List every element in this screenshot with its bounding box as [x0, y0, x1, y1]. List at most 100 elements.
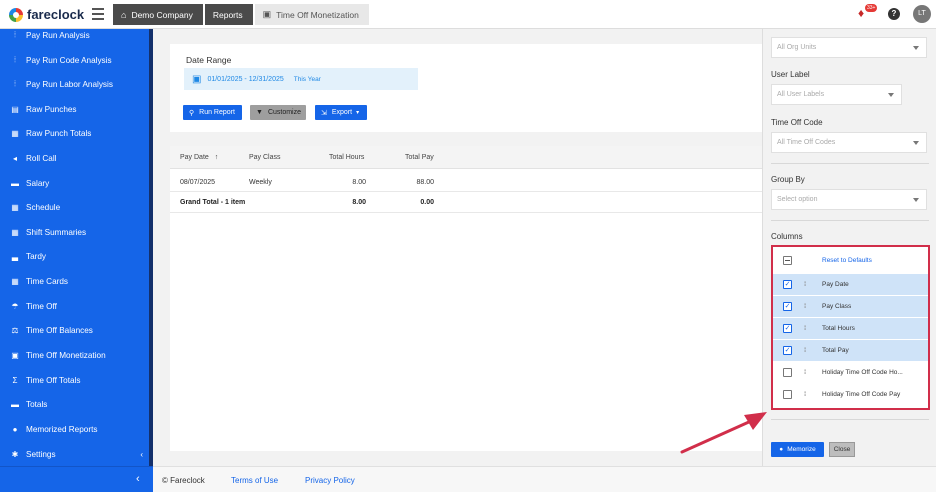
logo-icon [9, 7, 23, 22]
menu-icon[interactable] [92, 8, 104, 20]
sidebar-item-raw-punch-totals[interactable]: ▦ Raw Punch Totals [0, 123, 149, 143]
notifications-icon[interactable]: ♦ 33+ [858, 4, 878, 22]
calendar-icon: ▣ [192, 73, 202, 85]
time-off-code-title: Time Off Code [771, 118, 823, 127]
drag-handle-icon[interactable]: ⁞⁞ [804, 282, 807, 288]
breadcrumb-label: Demo Company [131, 9, 193, 20]
sidebar-item-label: Raw Punch Totals [26, 128, 92, 138]
close-button[interactable]: Close [829, 442, 855, 457]
column-label: Total Pay [822, 347, 849, 354]
column-checkbox[interactable]: ✓ [783, 302, 792, 311]
terms-link[interactable]: Terms of Use [231, 476, 278, 485]
sidebar-item-salary[interactable]: ▬ Salary [0, 173, 149, 193]
sidebar-item-label: Shift Summaries [26, 227, 87, 237]
sidebar-item-settings[interactable]: ✱ Settings ‹ [0, 444, 149, 464]
drag-handle-icon[interactable]: ⁞⁞ [804, 348, 807, 354]
sidebar-item-time-cards[interactable]: ▦ Time Cards [0, 271, 149, 291]
columns-list: Reset to Defaults ✓ ⁞⁞ Pay Date ✓ ⁞⁞ Pay… [771, 245, 930, 410]
help-icon[interactable]: ? [888, 8, 900, 20]
sidebar-item-label: Time Off Monetization [26, 350, 106, 360]
sidebar-item-raw-punches[interactable]: ▤ Raw Punches [0, 99, 149, 119]
avatar[interactable]: LT [913, 5, 931, 23]
privacy-link[interactable]: Privacy Policy [305, 476, 355, 485]
column-header-pay-class[interactable]: Pay Class [249, 154, 281, 161]
sidebar-item-roll-call[interactable]: ◂ Roll Call [0, 148, 149, 168]
column-checkbox[interactable] [783, 368, 792, 377]
column-option-holiday-pay[interactable]: ⁞⁞ Holiday Time Off Code Pay [773, 384, 928, 405]
sidebar-item-label: Pay Run Analysis [26, 30, 90, 40]
time-off-code-placeholder: All Time Off Codes [777, 139, 836, 146]
column-option-pay-date[interactable]: ✓ ⁞⁞ Pay Date [773, 274, 928, 295]
column-checkbox[interactable]: ✓ [783, 346, 792, 355]
group-by-placeholder: Select option [777, 196, 818, 203]
reset-to-defaults-link[interactable]: Reset to Defaults [822, 257, 872, 264]
table-icon: ▦ [11, 128, 19, 138]
sidebar-item-label: Pay Run Code Analysis [26, 55, 112, 65]
row-divider [170, 191, 762, 192]
money-icon: ▣ [262, 9, 272, 19]
sidebar-item-time-off-monetization[interactable]: ▣ Time Off Monetization [0, 345, 149, 365]
select-all-checkbox[interactable] [783, 256, 792, 265]
sidebar-item-tardy[interactable]: ▃ Tardy [0, 246, 149, 266]
column-header-total-pay[interactable]: Total Pay [405, 154, 434, 161]
org-units-select[interactable]: All Org Units [771, 37, 927, 58]
sidebar-item-shift-summaries[interactable]: ▦ Shift Summaries [0, 222, 149, 242]
sidebar-item-label: Schedule [26, 202, 61, 212]
column-header-pay-date[interactable]: Pay Date ↑ [180, 154, 218, 161]
sidebar-item-pay-run-analysis[interactable]: ⦙ Pay Run Analysis [0, 25, 149, 45]
divider [771, 220, 929, 221]
bed-icon: ▃ [11, 251, 19, 261]
divider [771, 163, 929, 164]
group-by-select[interactable]: Select option [771, 189, 927, 210]
run-report-button[interactable]: ⚲ Run Report [183, 105, 242, 120]
sidebar-item-pay-run-labor-analysis[interactable]: ⦙ Pay Run Labor Analysis [0, 74, 149, 94]
sum-icon: Σ [12, 375, 18, 385]
time-off-code-select[interactable]: All Time Off Codes [771, 132, 927, 153]
drag-handle-icon[interactable]: ⁞⁞ [804, 392, 807, 398]
column-option-pay-class[interactable]: ✓ ⁞⁞ Pay Class [773, 296, 928, 317]
column-checkbox[interactable]: ✓ [783, 324, 792, 333]
customize-button[interactable]: ▼ Customize [250, 105, 306, 120]
collapse-sidebar-icon[interactable]: ‹ [136, 473, 140, 485]
column-label: Pay Date [822, 281, 849, 288]
drag-handle-icon[interactable]: ⁞⁞ [804, 304, 807, 310]
column-header-total-hours[interactable]: Total Hours [329, 154, 364, 161]
user-label-placeholder: All User Labels [777, 91, 825, 98]
sidebar-item-label: Time Off [26, 301, 57, 311]
column-label: Pay Class [822, 303, 852, 310]
sidebar-item-label: Raw Punches [26, 104, 77, 114]
app-logo[interactable]: fareclock [9, 7, 84, 22]
sidebar-item-time-off-totals[interactable]: Σ Time Off Totals [0, 370, 149, 390]
home-icon: ⌂ [121, 9, 127, 20]
column-checkbox[interactable] [783, 390, 792, 399]
drag-handle-icon[interactable]: ⁞⁞ [804, 370, 807, 376]
grand-total-hours: 8.00 [352, 199, 366, 206]
breadcrumb-demo-company[interactable]: ⌂ Demo Company [113, 4, 203, 25]
sidebar-item-time-off-balances[interactable]: ⚖ Time Off Balances [0, 320, 149, 340]
column-option-total-hours[interactable]: ✓ ⁞⁞ Total Hours [773, 318, 928, 339]
sidebar-item-time-off[interactable]: ☂ Time Off [0, 296, 149, 316]
sidebar-item-totals[interactable]: ▬ Totals [0, 394, 149, 414]
chart-icon: ⦙ [14, 55, 16, 64]
search-icon: ⚲ [189, 109, 195, 117]
run-report-label: Run Report [199, 109, 235, 116]
sidebar-item-pay-run-code-analysis[interactable]: ⦙ Pay Run Code Analysis [0, 50, 149, 70]
export-button[interactable]: ⇲ Export ▾ [315, 105, 367, 120]
drag-handle-icon[interactable]: ⁞⁞ [804, 326, 807, 332]
copyright: © Fareclock [162, 476, 205, 485]
column-option-total-pay[interactable]: ✓ ⁞⁞ Total Pay [773, 340, 928, 361]
export-icon: ⇲ [321, 109, 327, 117]
sidebar-item-label: Memorized Reports [26, 424, 98, 434]
column-option-holiday-hours[interactable]: ⁞⁞ Holiday Time Off Code Ho... [773, 362, 928, 383]
breadcrumb-reports[interactable]: Reports [204, 4, 253, 25]
customize-panel: All Org Units User Label All User Labels… [762, 29, 936, 466]
chart-icon: ⦙ [14, 30, 16, 39]
date-range-field[interactable]: ▣ 01/01/2025 - 12/31/2025 This Year [184, 68, 418, 90]
sidebar-item-memorized-reports[interactable]: ● Memorized Reports [0, 419, 149, 439]
user-label-select[interactable]: All User Labels [771, 84, 902, 105]
cell-pay-class: Weekly [249, 179, 272, 186]
memorize-button[interactable]: ● Memorize [771, 442, 824, 457]
sidebar-item-label: Tardy [26, 251, 47, 261]
column-checkbox[interactable]: ✓ [783, 280, 792, 289]
sidebar-item-schedule[interactable]: ▦ Schedule [0, 197, 149, 217]
